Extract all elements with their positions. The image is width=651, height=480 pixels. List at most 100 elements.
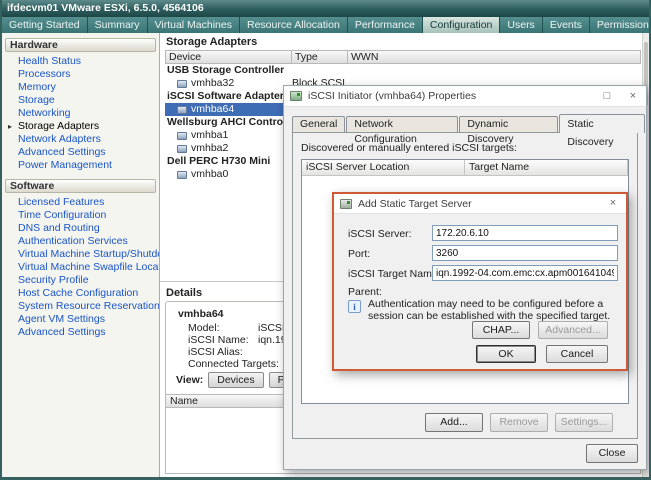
sidebar-item-host-cache-configuration[interactable]: Host Cache Configuration [2, 287, 159, 300]
tab-events[interactable]: Events [543, 17, 590, 33]
sidebar-item-storage[interactable]: Storage [2, 94, 159, 107]
targets-action-buttons: Add... Remove Settings... [425, 413, 613, 432]
iscsi-initiator-icon [290, 91, 302, 101]
add-dialog-titlebar[interactable]: Add Static Target Server × [334, 194, 626, 214]
details-title: Details [166, 287, 202, 299]
hardware-section-header: Hardware [5, 38, 156, 52]
iscsi-target-name-label: iSCSI Target Name: [348, 268, 441, 280]
sidebar-item-licensed-features[interactable]: Licensed Features [2, 196, 159, 209]
adapter-name: vmhba0 [191, 168, 228, 181]
targets-table-header: iSCSI Server Location Target Name [302, 160, 628, 176]
tab-static-discovery[interactable]: Static Discovery [559, 114, 645, 133]
sidebar-item-processors[interactable]: Processors [2, 68, 159, 81]
adapter-name: vmhba2 [191, 142, 228, 155]
details-label-model: Model: [188, 322, 252, 334]
sidebar-item-advanced-settings-hw[interactable]: Advanced Settings [2, 146, 159, 159]
properties-dialog-title: iSCSI Initiator (vmhba64) Properties [308, 90, 594, 102]
column-wwn[interactable]: WWN [348, 50, 641, 64]
adapter-name: vmhba64 [191, 103, 234, 116]
authentication-info-text: Authentication may need to be configured… [368, 298, 616, 322]
settings-button[interactable]: Settings... [555, 413, 613, 432]
properties-dialog-titlebar[interactable]: iSCSI Initiator (vmhba64) Properties □ × [284, 86, 646, 107]
storage-adapter-icon [177, 132, 187, 140]
remove-target-button[interactable]: Remove [490, 413, 548, 432]
sidebar-item-advanced-settings-sw[interactable]: Advanced Settings [2, 326, 159, 339]
column-target-name[interactable]: Target Name [465, 160, 628, 176]
tab-summary[interactable]: Summary [88, 17, 148, 33]
host-tab-strip: Getting Started Summary Virtual Machines… [2, 17, 649, 33]
iscsi-target-name-input[interactable] [432, 265, 618, 281]
close-icon[interactable]: × [600, 193, 626, 214]
sidebar-item-network-adapters[interactable]: Network Adapters [2, 133, 159, 146]
column-device[interactable]: Device [165, 50, 292, 64]
tab-resource-allocation[interactable]: Resource Allocation [240, 17, 348, 33]
storage-adapter-icon [177, 171, 187, 179]
storage-adapter-icon [177, 106, 187, 114]
sidebar-item-authentication-services[interactable]: Authentication Services [2, 235, 159, 248]
add-target-button[interactable]: Add... [425, 413, 483, 432]
sidebar-item-system-resource-reservation[interactable]: System Resource Reservation [2, 300, 159, 313]
close-icon[interactable]: × [620, 86, 646, 107]
tab-virtual-machines[interactable]: Virtual Machines [148, 17, 240, 33]
iscsi-server-input[interactable] [432, 225, 618, 241]
adapter-group-name: iSCSI Software Adapter [167, 90, 284, 103]
adapter-table-header: Device Type WWN [165, 50, 641, 64]
view-devices-button[interactable]: Devices [208, 372, 263, 388]
maximize-icon[interactable]: □ [594, 86, 620, 107]
adapter-group-usb: USB Storage Controller [165, 64, 641, 77]
sidebar-item-power-management[interactable]: Power Management [2, 159, 159, 172]
storage-adapter-icon [177, 145, 187, 153]
chap-button[interactable]: CHAP... [472, 321, 530, 339]
adapter-group-name: Dell PERC H730 Mini [167, 155, 270, 168]
sidebar-item-memory[interactable]: Memory [2, 81, 159, 94]
tab-permissions[interactable]: Permissions [590, 17, 651, 33]
details-device-name: vmhba64 [178, 308, 224, 320]
selected-item-arrow-icon: ▸ [8, 120, 12, 133]
storage-adapter-icon [177, 80, 187, 88]
close-button[interactable]: Close [586, 444, 638, 463]
properties-dialog-tabs: General Network Configuration Dynamic Di… [292, 113, 646, 132]
port-input[interactable] [432, 245, 618, 261]
tab-network-configuration[interactable]: Network Configuration [346, 116, 458, 132]
window-title: ifdecvm01 VMware ESXi, 6.5.0, 4564106 [2, 0, 649, 17]
page-title: Storage Adapters [166, 36, 257, 48]
column-type[interactable]: Type [292, 50, 348, 64]
cancel-button[interactable]: Cancel [546, 345, 608, 363]
sidebar-item-agent-vm-settings[interactable]: Agent VM Settings [2, 313, 159, 326]
sidebar-item-vm-startup-shutdown[interactable]: Virtual Machine Startup/Shutdown [2, 248, 159, 261]
tab-configuration[interactable]: Configuration [423, 17, 500, 33]
view-label: View: [176, 374, 203, 386]
sidebar-item-time-configuration[interactable]: Time Configuration [2, 209, 159, 222]
sidebar-item-vm-swapfile-location[interactable]: Virtual Machine Swapfile Location [2, 261, 159, 274]
info-icon: i [348, 300, 361, 313]
sidebar-item-health-status[interactable]: Health Status [2, 55, 159, 68]
tab-dynamic-discovery[interactable]: Dynamic Discovery [459, 116, 558, 132]
details-label-iscsi-name: iSCSI Name: [188, 334, 252, 346]
ok-button[interactable]: OK [476, 345, 536, 363]
details-label-iscsi-alias: iSCSI Alias: [188, 346, 252, 358]
adapter-group-name: USB Storage Controller [167, 64, 284, 77]
software-section-header: Software [5, 179, 156, 193]
adapter-group-name: Wellsburg AHCI Controller [167, 116, 299, 129]
tab-getting-started[interactable]: Getting Started [2, 17, 88, 33]
sidebar-item-networking[interactable]: Networking [2, 107, 159, 120]
tab-users[interactable]: Users [500, 17, 542, 33]
tab-performance[interactable]: Performance [348, 17, 423, 33]
iscsi-server-label: iSCSI Server: [348, 228, 412, 240]
add-target-server-icon [340, 199, 352, 209]
sidebar-item-dns-and-routing[interactable]: DNS and Routing [2, 222, 159, 235]
port-label: Port: [348, 248, 370, 260]
adapter-name: vmhba32 [191, 77, 234, 90]
sidebar-item-security-profile[interactable]: Security Profile [2, 274, 159, 287]
advanced-button[interactable]: Advanced... [538, 321, 608, 339]
vsphere-client-window: ifdecvm01 VMware ESXi, 6.5.0, 4564106 Ge… [0, 0, 651, 480]
add-dialog-title: Add Static Target Server [358, 198, 600, 210]
sidebar-item-storage-adapters[interactable]: ▸ Storage Adapters [2, 120, 159, 133]
tab-general[interactable]: General [292, 116, 345, 132]
add-static-target-dialog: Add Static Target Server × iSCSI Server:… [332, 192, 628, 371]
column-iscsi-server-location[interactable]: iSCSI Server Location [302, 160, 465, 176]
adapter-name: vmhba1 [191, 129, 228, 142]
sidebar-item-label: Storage Adapters [18, 120, 99, 132]
configuration-sidebar: Hardware Health Status Processors Memory… [2, 33, 160, 477]
parent-label: Parent: [348, 286, 382, 298]
